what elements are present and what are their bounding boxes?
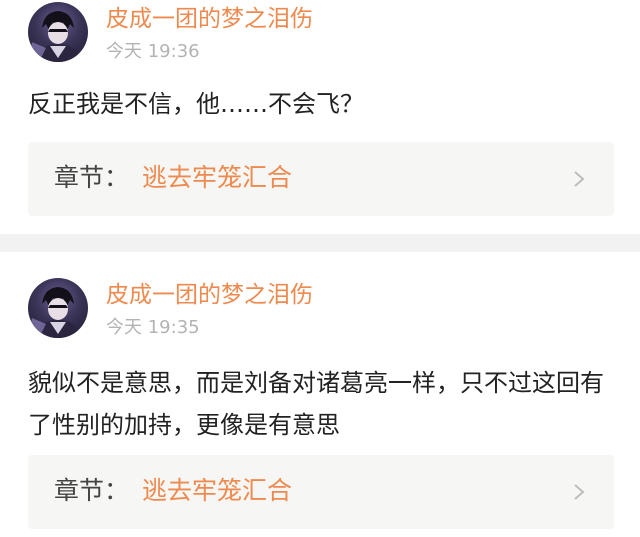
chevron-right-icon	[574, 484, 585, 500]
comment-text: 反正我是不信，他……不会飞？	[28, 90, 364, 118]
username[interactable]: 皮成一团的梦之泪伤	[106, 8, 313, 31]
chapter-link[interactable]: 章节： 逃去牢笼汇合	[28, 142, 614, 216]
avatar-figure-icon	[30, 287, 80, 338]
comment-text: 貌似不是意思，而是刘备对诸葛亮一样，只不过这回有了性别的加持，更像是有意思	[28, 369, 604, 439]
user-avatar-icon[interactable]	[28, 2, 88, 62]
chapter-prefix: 章节：	[54, 163, 130, 192]
chapter-title: 逃去牢笼汇合	[142, 163, 293, 192]
avatar-figure-icon	[30, 11, 80, 62]
timestamp: 今天 19:35	[106, 317, 200, 338]
chapter-link[interactable]: 章节： 逃去牢笼汇合	[28, 455, 614, 529]
chapter-title: 逃去牢笼汇合	[142, 476, 293, 505]
username[interactable]: 皮成一团的梦之泪伤	[106, 284, 313, 307]
chapter-prefix: 章节：	[54, 476, 130, 505]
timestamp: 今天 19:36	[106, 41, 200, 62]
user-avatar-icon[interactable]	[28, 278, 88, 338]
comment-card: 皮成一团的梦之泪伤 今天 19:35 貌似不是意思，而是刘备对诸葛亮一样，只不过…	[0, 252, 640, 537]
comment-feed: 皮成一团的梦之泪伤 今天 19:36 反正我是不信，他……不会飞？ 章节： 逃去…	[0, 0, 640, 537]
chevron-right-icon	[574, 171, 585, 187]
post-separator	[0, 234, 640, 252]
comment-card: 皮成一团的梦之泪伤 今天 19:36 反正我是不信，他……不会飞？ 章节： 逃去…	[0, 0, 640, 234]
